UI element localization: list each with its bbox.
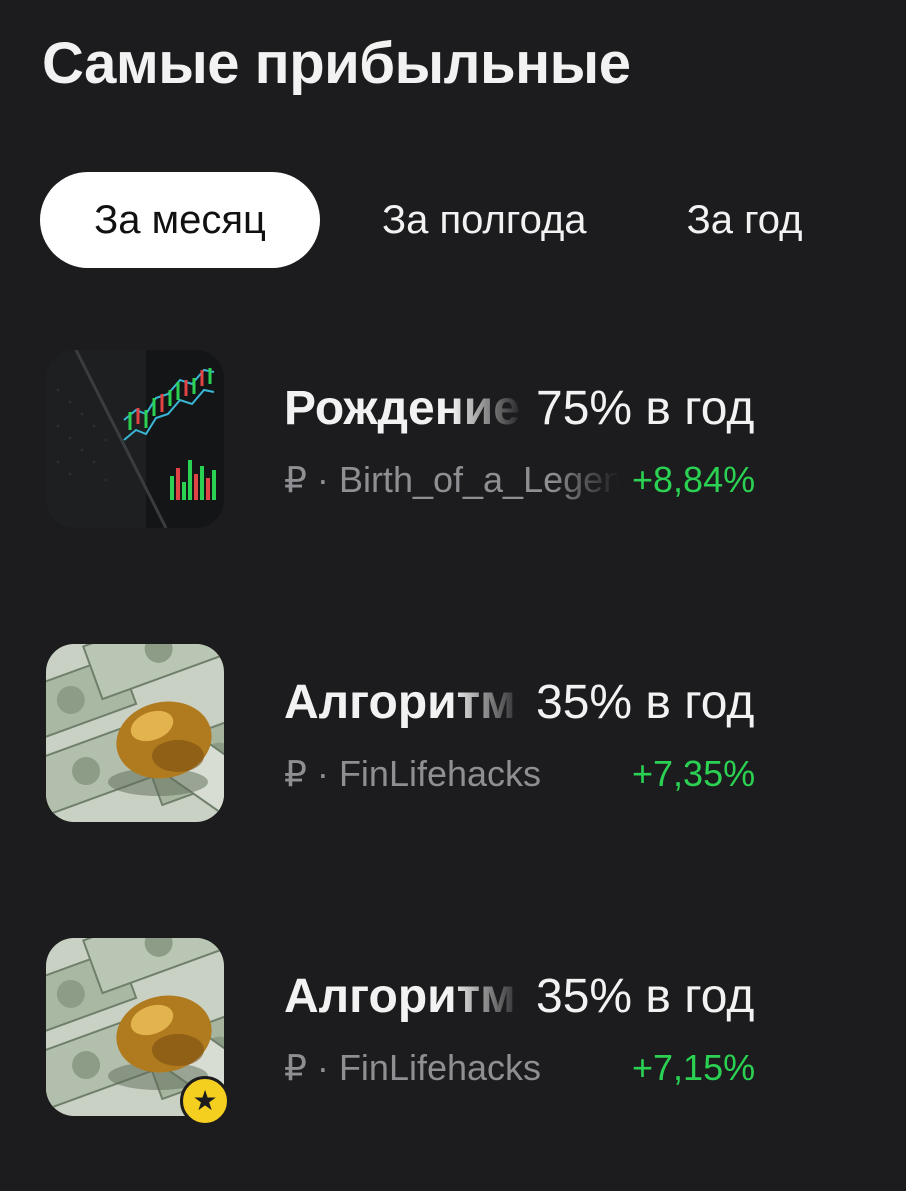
tab-half-year[interactable]: За полгода	[382, 172, 587, 268]
star-icon: ★	[180, 1076, 230, 1126]
tab-year[interactable]: За год	[687, 172, 803, 268]
strategy-change: +8,84%	[632, 459, 756, 500]
separator-dot: ·	[316, 753, 329, 794]
page-title: Самые прибыльные	[42, 31, 631, 96]
strategy-change: +7,35%	[632, 753, 756, 794]
currency-symbol: ₽	[284, 753, 307, 794]
strategy-name: Рождение	[284, 381, 520, 435]
strategy-author: FinLifehacks	[338, 1047, 542, 1088]
separator-dot: ·	[316, 1047, 329, 1088]
strategy-yield: 35% в год	[536, 969, 755, 1023]
strategy-yield: 35% в год	[536, 675, 755, 729]
golden-egg-dollars-image	[46, 644, 224, 822]
strategy-item[interactable]: Рождение 75% в год ₽ · Birth_of_a_Legend…	[0, 350, 906, 540]
separator-dot: ·	[316, 459, 329, 500]
tab-month[interactable]: За месяц	[40, 172, 320, 268]
strategy-author: FinLifehacks	[338, 753, 542, 794]
strategy-author: Birth_of_a_Legend	[338, 459, 620, 500]
strategy-name: Алгоритм	[284, 675, 516, 729]
strategy-name: Алгоритм	[284, 969, 516, 1023]
strategy-change: +7,15%	[632, 1047, 756, 1088]
period-tabs: За месяц За полгода За год	[40, 172, 803, 268]
trading-chart-image	[46, 350, 224, 528]
currency-symbol: ₽	[284, 1047, 307, 1088]
strategy-yield: 75% в год	[536, 381, 755, 435]
strategy-item[interactable]: ★ Алгоритм 35% в год ₽ · FinLifehacks +7…	[0, 938, 906, 1128]
strategy-item[interactable]: Алгоритм 35% в год ₽ · FinLifehacks +7,3…	[0, 644, 906, 834]
currency-symbol: ₽	[284, 459, 307, 500]
